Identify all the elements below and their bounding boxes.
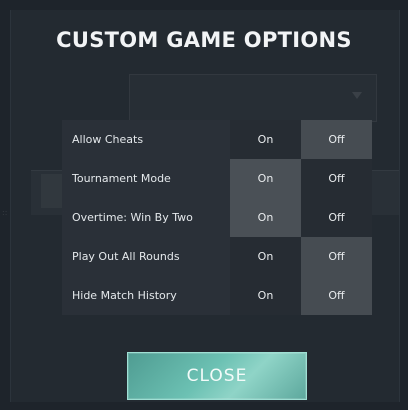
option-row-tournament-mode: Tournament Mode On Off xyxy=(62,159,372,198)
background-chevron-down-icon xyxy=(352,92,362,99)
option-off-button[interactable]: Off xyxy=(301,276,372,315)
option-on-button[interactable]: On xyxy=(230,276,301,315)
option-label: Allow Cheats xyxy=(62,120,230,159)
options-table: Allow Cheats On Off Tournament Mode On O… xyxy=(62,120,372,315)
background-map-select xyxy=(129,74,377,122)
option-off-button[interactable]: Off xyxy=(301,198,372,237)
background-dots: :: xyxy=(2,208,8,217)
option-off-button[interactable]: Off xyxy=(301,237,372,276)
option-on-button[interactable]: On xyxy=(230,120,301,159)
option-on-button[interactable]: On xyxy=(230,198,301,237)
dialog-title: CUSTOM GAME OPTIONS xyxy=(56,28,352,52)
option-on-button[interactable]: On xyxy=(230,237,301,276)
option-row-play-out-all-rounds: Play Out All Rounds On Off xyxy=(62,237,372,276)
option-off-button[interactable]: Off xyxy=(301,120,372,159)
option-label: Tournament Mode xyxy=(62,159,230,198)
option-row-overtime-win-by-two: Overtime: Win By Two On Off xyxy=(62,198,372,237)
option-row-hide-match-history: Hide Match History On Off xyxy=(62,276,372,315)
option-off-button[interactable]: Off xyxy=(301,159,372,198)
option-on-button[interactable]: On xyxy=(230,159,301,198)
close-button[interactable]: CLOSE xyxy=(127,352,307,400)
option-label: Play Out All Rounds xyxy=(62,237,230,276)
option-label: Hide Match History xyxy=(62,276,230,315)
option-label: Overtime: Win By Two xyxy=(62,198,230,237)
option-row-allow-cheats: Allow Cheats On Off xyxy=(62,120,372,159)
